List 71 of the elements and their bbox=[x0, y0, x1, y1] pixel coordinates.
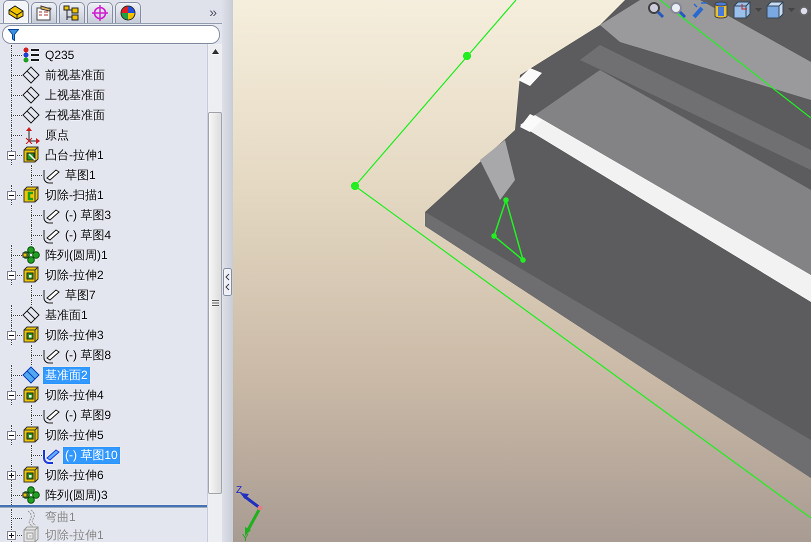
collapse-icon[interactable] bbox=[7, 391, 16, 400]
configuration-tree-icon bbox=[63, 5, 81, 21]
splitter-handle[interactable] bbox=[223, 268, 232, 296]
cut-icon bbox=[22, 426, 40, 444]
panel-tab[interactable] bbox=[59, 2, 85, 23]
sketch-triangle bbox=[491, 197, 526, 263]
pattern-icon bbox=[22, 486, 40, 504]
plane-icon bbox=[22, 86, 40, 104]
property-sheet-icon bbox=[35, 5, 53, 21]
expand-icon[interactable] bbox=[7, 531, 16, 540]
scrollbar[interactable] bbox=[207, 44, 222, 542]
feature-tree-icon bbox=[7, 4, 25, 20]
cut-icon bbox=[22, 326, 40, 344]
collapse-icon[interactable] bbox=[7, 191, 16, 200]
collapse-icon[interactable] bbox=[7, 271, 16, 280]
tree-item[interactable]: 切除-拉伸3 bbox=[43, 326, 106, 344]
tree-item[interactable]: 前视基准面 bbox=[43, 66, 107, 84]
panel-tab[interactable] bbox=[31, 2, 57, 23]
tree-item[interactable]: Q235 bbox=[43, 46, 76, 64]
tree-item[interactable]: (-) 草图9 bbox=[63, 406, 113, 424]
plane-icon bbox=[22, 366, 40, 384]
tree-item[interactable]: 切除-拉伸4 bbox=[43, 386, 106, 404]
zoom-fit-icon[interactable] bbox=[647, 1, 665, 19]
tree-item[interactable]: 切除-扫描1 bbox=[43, 186, 106, 204]
tree-item[interactable]: 草图1 bbox=[63, 166, 98, 184]
panel-tab[interactable] bbox=[115, 2, 141, 23]
tree-item[interactable]: 基准面1 bbox=[43, 306, 90, 324]
collapse-icon[interactable] bbox=[7, 151, 16, 160]
axis-label: Y bbox=[242, 533, 249, 542]
filter-field[interactable] bbox=[2, 25, 220, 44]
cut-icon bbox=[22, 466, 40, 484]
tree-item[interactable]: 阵列(圆周)3 bbox=[43, 486, 110, 504]
axis-triad-drawing bbox=[240, 493, 262, 536]
zoom-area-icon[interactable] bbox=[669, 1, 687, 19]
scroll-up-icon[interactable] bbox=[212, 48, 218, 54]
section-view-icon[interactable] bbox=[713, 1, 729, 19]
cube-icon[interactable] bbox=[733, 1, 751, 19]
cut-icon bbox=[22, 386, 40, 404]
edge-highlight bbox=[518, 68, 542, 86]
more-tabs-button[interactable]: » bbox=[209, 4, 217, 20]
cube-icon[interactable] bbox=[766, 1, 784, 19]
tree-item[interactable]: 切除-拉伸5 bbox=[43, 426, 106, 444]
panel-tab[interactable] bbox=[3, 0, 29, 23]
plane-icon bbox=[22, 306, 40, 324]
cut-icon bbox=[22, 266, 40, 284]
tree-item[interactable]: 草图7 bbox=[63, 286, 98, 304]
color-wheel-icon bbox=[119, 5, 137, 21]
sweep-icon bbox=[22, 186, 40, 204]
collapse-icon[interactable] bbox=[7, 431, 16, 440]
tree-item[interactable]: 阵列(圆周)1 bbox=[43, 246, 110, 264]
expand-icon[interactable] bbox=[7, 471, 16, 480]
grip-icon bbox=[212, 300, 218, 306]
tree-item[interactable]: (-) 草图8 bbox=[63, 346, 113, 364]
tree-item[interactable]: 原点 bbox=[43, 126, 71, 144]
axis-label: Z bbox=[236, 485, 242, 496]
tree-item[interactable]: 上视基准面 bbox=[43, 86, 107, 104]
filter-icon bbox=[8, 28, 19, 40]
tree-item[interactable]: 右视基准面 bbox=[43, 106, 107, 124]
crosshair-icon bbox=[91, 5, 109, 21]
tree-item[interactable]: (-) 草图4 bbox=[63, 226, 113, 244]
collapse-icon[interactable] bbox=[7, 331, 16, 340]
tree-item[interactable]: (-) 草图3 bbox=[63, 206, 113, 224]
tree-item[interactable]: 切除-拉伸2 bbox=[43, 266, 106, 284]
plane-icon bbox=[22, 66, 40, 84]
pattern-icon bbox=[22, 246, 40, 264]
scrollbar-thumb[interactable] bbox=[208, 112, 222, 494]
tree-item[interactable]: 凸台-拉伸1 bbox=[43, 146, 106, 164]
tree-item[interactable]: 切除-拉伸6 bbox=[43, 466, 106, 484]
material-icon bbox=[22, 46, 40, 64]
extrude-icon bbox=[22, 146, 40, 164]
plane-icon bbox=[22, 106, 40, 124]
